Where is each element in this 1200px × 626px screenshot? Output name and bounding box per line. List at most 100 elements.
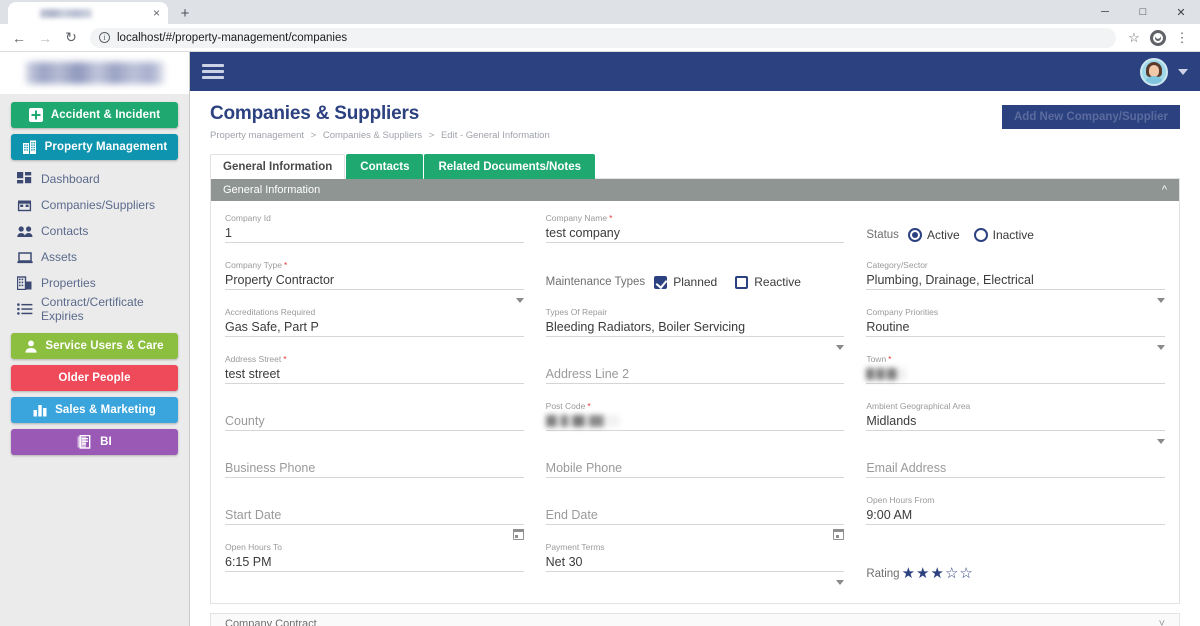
- sidebar-button-property-management[interactable]: Property Management: [11, 134, 178, 160]
- window-minimize-icon[interactable]: ─: [1086, 0, 1124, 24]
- browser-menu-icon[interactable]: ⋮: [1170, 26, 1194, 50]
- checkbox-planned[interactable]: Planned: [654, 274, 717, 290]
- star-2-filled[interactable]: ★: [916, 566, 929, 581]
- sidebar-button-bi[interactable]: BI: [11, 429, 178, 455]
- forward-icon[interactable]: →: [32, 25, 58, 51]
- radio-status-active[interactable]: Active: [908, 227, 960, 243]
- field-label: Rating: [866, 568, 899, 580]
- field-email-address[interactable]: Email Address Email Address: [866, 448, 1165, 495]
- chevron-down-icon[interactable]: [836, 345, 844, 350]
- tab-general-information[interactable]: General Information: [210, 154, 345, 179]
- checkbox-unchecked-icon: [735, 276, 748, 289]
- field-mobile-phone[interactable]: Mobile Phone Mobile Phone: [546, 448, 845, 495]
- sidebar-item-contract-certificate-expiries[interactable]: Contract/Certificate Expiries: [11, 296, 178, 322]
- add-new-company-supplier-button[interactable]: Add New Company/Supplier: [1002, 105, 1180, 129]
- browser-tab[interactable]: ×: [8, 2, 168, 24]
- chevron-down-icon[interactable]: [836, 580, 844, 585]
- browser-profile-avatar[interactable]: [1146, 26, 1170, 50]
- chevron-down-icon[interactable]: [1157, 345, 1165, 350]
- field-business-phone[interactable]: Business Phone Business Phone: [225, 448, 524, 495]
- calendar-icon[interactable]: [513, 529, 524, 540]
- close-icon[interactable]: ×: [153, 6, 160, 20]
- field-address-line-2[interactable]: Address Line 2 Address Line 2: [546, 354, 845, 401]
- back-icon[interactable]: ←: [6, 25, 32, 51]
- field-company-id[interactable]: Company Id 1: [225, 213, 524, 260]
- window-close-icon[interactable]: ✕: [1162, 0, 1200, 24]
- new-tab-icon[interactable]: +: [176, 7, 194, 21]
- field-label: Company Priorities: [866, 307, 1165, 318]
- field-category-sector[interactable]: Category/Sector Plumbing, Drainage, Elec…: [866, 260, 1165, 307]
- chevron-up-icon[interactable]: ^: [1162, 185, 1167, 196]
- browser-toolbar: ← → ↻ i localhost/#/property-management/…: [0, 24, 1200, 52]
- app-logo[interactable]: [0, 52, 189, 94]
- sidebar-button-older-people[interactable]: Older People: [11, 365, 178, 391]
- chevron-down-icon[interactable]: [1178, 69, 1188, 75]
- bookmark-star-icon[interactable]: ☆: [1122, 26, 1146, 50]
- field-town[interactable]: Town*: [866, 354, 1165, 401]
- field-label: Open Hours From: [866, 495, 1165, 506]
- sidebar-button-sales-marketing[interactable]: Sales & Marketing: [11, 397, 178, 423]
- chevron-down-icon[interactable]: ˅: [1159, 618, 1165, 626]
- building-icon: [22, 140, 37, 154]
- radio-status-inactive[interactable]: Inactive: [974, 227, 1034, 243]
- calendar-icon[interactable]: [833, 529, 844, 540]
- star-5-empty[interactable]: ☆: [959, 566, 972, 581]
- company-contract-panel-header[interactable]: Company Contract ˅: [210, 613, 1180, 626]
- tab-contacts[interactable]: Contacts: [346, 154, 423, 179]
- breadcrumb-separator: >: [429, 130, 435, 141]
- field-value: Net 30: [546, 553, 845, 572]
- chevron-down-icon[interactable]: [1157, 439, 1165, 444]
- sidebar-item-contacts[interactable]: Contacts: [11, 218, 178, 244]
- address-bar[interactable]: i localhost/#/property-management/compan…: [90, 28, 1116, 48]
- field-value: [546, 412, 845, 431]
- field-open-hours-from[interactable]: Open Hours From 9:00 AM: [866, 495, 1165, 542]
- field-accreditations-required[interactable]: Accreditations Required Gas Safe, Part P: [225, 307, 524, 354]
- field-post-code[interactable]: Post Code*: [546, 401, 845, 448]
- hamburger-icon[interactable]: [202, 64, 224, 79]
- window-maximize-icon[interactable]: □: [1124, 0, 1162, 24]
- sidebar-item-label: Contract/Certificate Expiries: [41, 295, 178, 323]
- tab-related-documents-notes[interactable]: Related Documents/Notes: [424, 154, 595, 179]
- first-aid-icon: [29, 108, 43, 122]
- sidebar-button-service-users-care[interactable]: Service Users & Care: [11, 333, 178, 359]
- avatar[interactable]: [1140, 58, 1168, 86]
- tab-bar: General Information Contacts Related Doc…: [210, 154, 1180, 179]
- sidebar-item-label: Assets: [41, 250, 77, 264]
- field-county[interactable]: County County: [225, 401, 524, 448]
- sidebar-item-properties[interactable]: Properties: [11, 270, 178, 296]
- laptop-icon: [17, 251, 41, 264]
- checkbox-checked-icon: [654, 276, 667, 289]
- sidebar-item-companies-suppliers[interactable]: Companies/Suppliers: [11, 192, 178, 218]
- checkbox-label: Planned: [673, 274, 717, 290]
- general-information-panel-header[interactable]: General Information ^: [211, 179, 1179, 201]
- breadcrumb-item-1[interactable]: Property management: [210, 130, 304, 141]
- rating-stars[interactable]: ★ ★ ★ ☆ ☆: [902, 566, 973, 581]
- site-info-icon[interactable]: i: [99, 32, 110, 43]
- sidebar-item-dashboard[interactable]: Dashboard: [11, 166, 178, 192]
- field-value: Plumbing, Drainage, Electrical: [866, 271, 1165, 290]
- sidebar-item-assets[interactable]: Assets: [11, 244, 178, 270]
- star-4-empty[interactable]: ☆: [945, 566, 958, 581]
- field-payment-terms[interactable]: Payment Terms Net 30: [546, 542, 845, 589]
- field-company-name[interactable]: Company Name* test company: [546, 213, 845, 260]
- field-company-priorities[interactable]: Company Priorities Routine: [866, 307, 1165, 354]
- checkbox-reactive[interactable]: Reactive: [735, 274, 801, 290]
- field-types-of-repair[interactable]: Types Of Repair Bleeding Radiators, Boil…: [546, 307, 845, 354]
- sidebar-item-label: Contacts: [41, 224, 88, 238]
- field-open-hours-to[interactable]: Open Hours To 6:15 PM: [225, 542, 524, 589]
- field-end-date[interactable]: End Date End Date: [546, 495, 845, 542]
- field-company-type[interactable]: Company Type* Property Contractor: [225, 260, 524, 307]
- field-address-street[interactable]: Address Street* test street: [225, 354, 524, 401]
- star-3-filled[interactable]: ★: [930, 566, 943, 581]
- star-1-filled[interactable]: ★: [902, 566, 915, 581]
- field-label: Payment Terms: [546, 542, 845, 553]
- reload-icon[interactable]: ↻: [58, 25, 84, 51]
- sidebar-button-label: Older People: [58, 372, 130, 384]
- chevron-down-icon[interactable]: [1157, 298, 1165, 303]
- field-value: 1: [225, 224, 524, 243]
- chevron-down-icon[interactable]: [516, 298, 524, 303]
- field-ambient-geographical-area[interactable]: Ambient Geographical Area Midlands: [866, 401, 1165, 448]
- breadcrumb-item-2[interactable]: Companies & Suppliers: [323, 130, 422, 141]
- sidebar-button-accident-incident[interactable]: Accident & Incident: [11, 102, 178, 128]
- field-start-date[interactable]: Start Date Start Date: [225, 495, 524, 542]
